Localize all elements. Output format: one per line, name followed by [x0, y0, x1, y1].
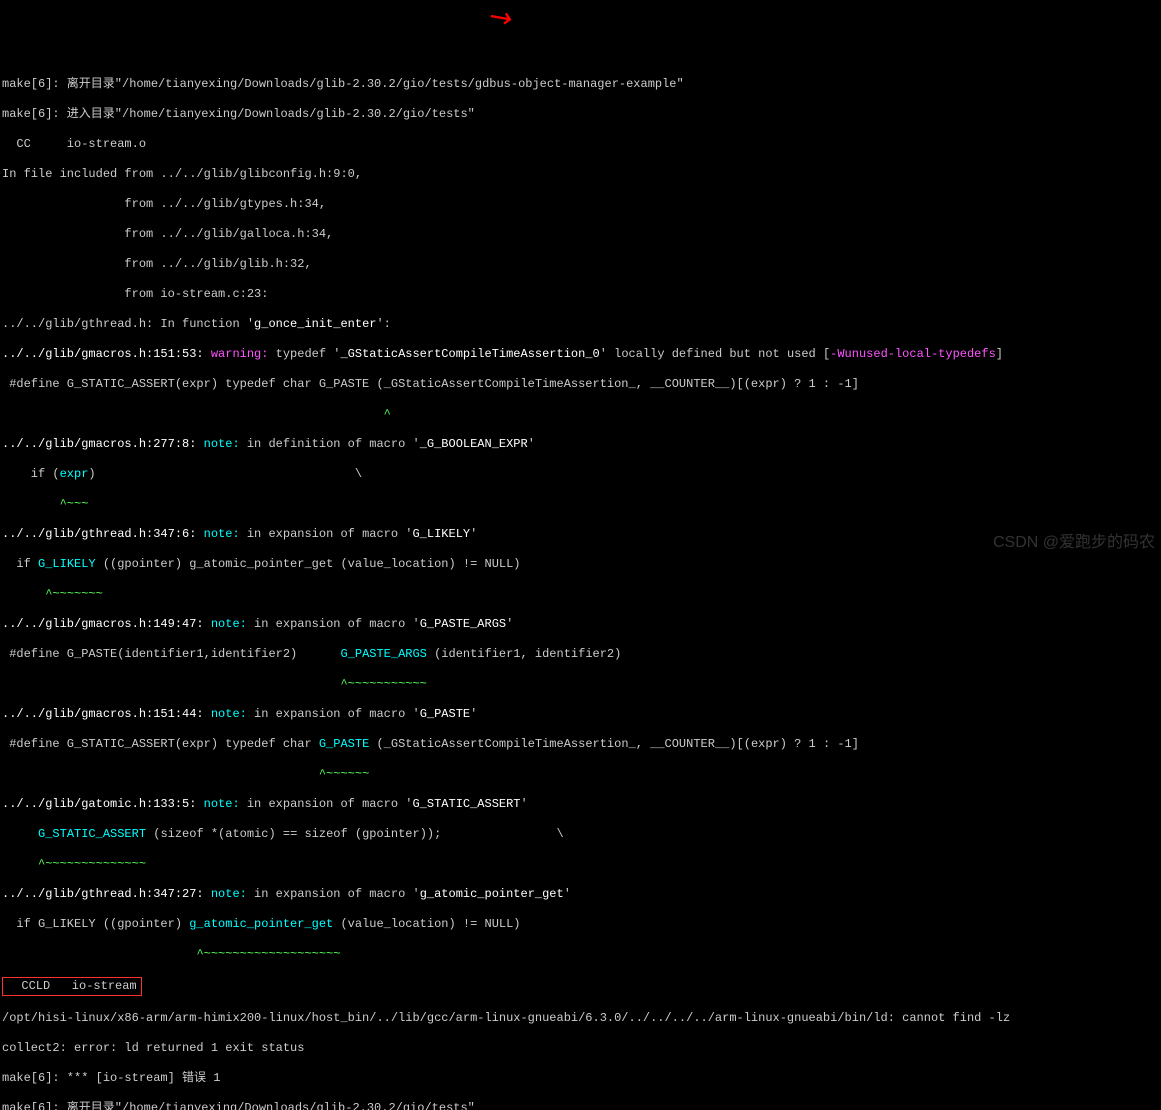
collect2-error: collect2: error: ld returned 1 exit stat…	[2, 1041, 1161, 1056]
note-line: ../../glib/gmacros.h:277:8: note: in def…	[2, 437, 1161, 452]
note-line: ../../glib/gmacros.h:149:47: note: in ex…	[2, 617, 1161, 632]
caret-line: ^	[2, 407, 1161, 422]
make-msg: make[6]: 离开目录"/home/tianyexing/Downloads…	[2, 77, 1161, 92]
caret-line: ^~~~	[2, 497, 1161, 512]
ccld-highlight: CCLD io-stream	[2, 977, 1161, 996]
in-function-line: ../../glib/gthread.h: In function 'g_onc…	[2, 317, 1161, 332]
code-line: #define G_STATIC_ASSERT(expr) typedef ch…	[2, 737, 1161, 752]
code-line: #define G_STATIC_ASSERT(expr) typedef ch…	[2, 377, 1161, 392]
note-line: ../../glib/gthread.h:347:27: note: in ex…	[2, 887, 1161, 902]
caret-line: ^~~~~~~~~~~~	[2, 677, 1161, 692]
note-line: ../../glib/gatomic.h:133:5: note: in exp…	[2, 797, 1161, 812]
terminal-output: make[6]: 离开目录"/home/tianyexing/Downloads…	[2, 62, 1161, 1110]
include-line: from ../../glib/glib.h:32,	[2, 257, 1161, 272]
note-line: ../../glib/gthread.h:347:6: note: in exp…	[2, 527, 1161, 542]
code-line: if G_LIKELY ((gpointer) g_atomic_pointer…	[2, 917, 1161, 932]
include-line: In file included from ../../glib/glibcon…	[2, 167, 1161, 182]
include-line: from io-stream.c:23:	[2, 287, 1161, 302]
make-error: make[6]: *** [io-stream] 错误 1	[2, 1071, 1161, 1086]
note-line: ../../glib/gmacros.h:151:44: note: in ex…	[2, 707, 1161, 722]
include-line: from ../../glib/gtypes.h:34,	[2, 197, 1161, 212]
code-line: if G_LIKELY ((gpointer) g_atomic_pointer…	[2, 557, 1161, 572]
caret-line: ^~~~~~~	[2, 767, 1161, 782]
watermark: CSDN @爱跑步的码农	[993, 533, 1155, 553]
caret-line: ^~~~~~~~~~~~~~~	[2, 857, 1161, 872]
make-msg: make[6]: 进入目录"/home/tianyexing/Downloads…	[2, 107, 1161, 122]
caret-line: ^~~~~~~~	[2, 587, 1161, 602]
code-line: G_STATIC_ASSERT (sizeof *(atomic) == siz…	[2, 827, 1161, 842]
warning-line: ../../glib/gmacros.h:151:53: warning: ty…	[2, 347, 1161, 362]
arrow-annotation-icon: ↘	[482, 0, 521, 41]
include-line: from ../../glib/galloca.h:34,	[2, 227, 1161, 242]
caret-line: ^~~~~~~~~~~~~~~~~~~~	[2, 947, 1161, 962]
code-line: #define G_PASTE(identifier1,identifier2)…	[2, 647, 1161, 662]
code-line: if (expr) \	[2, 467, 1161, 482]
linker-error: /opt/hisi-linux/x86-arm/arm-himix200-lin…	[2, 1011, 1161, 1026]
make-msg: make[6]: 离开目录"/home/tianyexing/Downloads…	[2, 1101, 1161, 1110]
cc-line: CC io-stream.o	[2, 137, 1161, 152]
